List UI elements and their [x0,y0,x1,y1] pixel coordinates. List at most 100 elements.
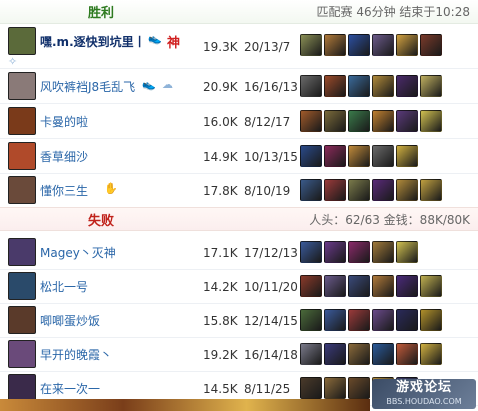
win-section-header: 胜利 匹配赛 46分钟 结束于10:28 [0,0,478,24]
forum-watermark: 游戏论坛 BBS.HOUDAO.COM [372,379,476,409]
player-name[interactable]: Magey丶灭神 [40,244,116,261]
player-name[interactable]: 香草细沙 [40,148,88,165]
item-icon[interactable] [420,110,442,132]
item-icon[interactable] [372,110,394,132]
item-icon[interactable] [300,309,322,331]
item-icon[interactable] [300,377,322,399]
item-icon[interactable] [300,275,322,297]
player-row[interactable]: Magey丶灭神 17.1K 17/12/13 [0,236,478,270]
hand-icon: ✋ [104,182,118,195]
item-icon[interactable] [372,75,394,97]
kda: 8/10/19 [244,184,291,198]
item-list [300,241,418,263]
kills-gold-info: 人头：62/63 金钱：88K/80K [309,212,470,227]
kda: 12/14/15 [244,314,298,328]
player-row[interactable]: 嘿.m.逐快到坑里丨 👟 神 ✧ 19.3K 20/13/7 [0,25,478,69]
champion-icon [8,107,36,135]
player-name[interactable]: 唧唧蛋炒饭 [40,312,100,329]
item-icon[interactable] [420,75,442,97]
item-icon[interactable] [396,241,418,263]
item-icon[interactable] [420,275,442,297]
champion-icon [8,374,36,402]
player-row[interactable]: 风吹裤裆J8毛乱飞 👟 ☁ 20.9K 16/16/13 [0,70,478,104]
champion-icon [8,176,36,204]
item-icon[interactable] [324,377,346,399]
item-icon[interactable] [396,343,418,365]
item-icon[interactable] [372,145,394,167]
champion-icon [8,306,36,334]
item-icon[interactable] [324,110,346,132]
player-row[interactable]: 唧唧蛋炒饭 15.8K 12/14/15 [0,304,478,338]
kda: 10/11/20 [244,280,298,294]
item-icon[interactable] [300,75,322,97]
item-icon[interactable] [372,34,394,56]
player-row[interactable]: 懂你三生 ✋ 17.8K 8/10/19 [0,174,478,208]
gold-score: 19.2K [203,348,238,362]
item-icon[interactable] [348,241,370,263]
boots-icon: 👟 [148,32,162,45]
item-icon[interactable] [324,241,346,263]
player-name[interactable]: 嘿.m.逐快到坑里丨 [40,33,146,50]
item-icon[interactable] [396,110,418,132]
item-icon[interactable] [420,179,442,201]
item-icon[interactable] [300,110,322,132]
player-name[interactable]: 早开的晚霞丶 [40,346,112,363]
item-icon[interactable] [396,75,418,97]
item-icon[interactable] [372,241,394,263]
item-icon[interactable] [396,275,418,297]
player-row[interactable]: 松北一号 14.2K 10/11/20 [0,270,478,304]
item-icon[interactable] [348,110,370,132]
item-icon[interactable] [348,34,370,56]
item-list [300,343,442,365]
kda: 10/13/15 [244,150,298,164]
item-icon[interactable] [300,343,322,365]
item-icon[interactable] [372,309,394,331]
item-icon[interactable] [348,75,370,97]
player-name[interactable]: 松北一号 [40,278,88,295]
item-icon[interactable] [348,343,370,365]
player-name[interactable]: 懂你三生 [40,182,88,199]
item-icon[interactable] [348,179,370,201]
cloud-icon: ☁ [162,78,173,91]
player-row[interactable]: 卡曼的啦 16.0K 8/12/17 [0,105,478,139]
kda: 20/13/7 [244,40,291,54]
player-name[interactable]: 在来一次一 [40,380,100,397]
banner-strip [0,399,370,411]
kda: 8/11/25 [244,382,291,396]
item-icon[interactable] [300,145,322,167]
item-icon[interactable] [324,75,346,97]
kda: 16/14/18 [244,348,298,362]
item-icon[interactable] [324,145,346,167]
wing-icon: ✧ [8,55,18,68]
item-icon[interactable] [324,179,346,201]
item-icon[interactable] [348,275,370,297]
item-icon[interactable] [348,309,370,331]
item-icon[interactable] [300,241,322,263]
champion-icon [8,142,36,170]
item-icon[interactable] [420,34,442,56]
boots-icon: 👟 [142,78,156,91]
item-icon[interactable] [420,343,442,365]
player-name[interactable]: 卡曼的啦 [40,113,88,130]
item-icon[interactable] [372,179,394,201]
item-icon[interactable] [396,34,418,56]
item-icon[interactable] [372,275,394,297]
item-icon[interactable] [324,275,346,297]
player-row[interactable]: 早开的晚霞丶 19.2K 16/14/18 [0,338,478,372]
kda: 8/12/17 [244,115,291,129]
item-icon[interactable] [324,309,346,331]
item-icon[interactable] [300,34,322,56]
player-name[interactable]: 风吹裤裆J8毛乱飞 [40,78,135,95]
item-icon[interactable] [348,145,370,167]
item-icon[interactable] [396,309,418,331]
item-icon[interactable] [348,377,370,399]
item-icon[interactable] [396,179,418,201]
item-icon[interactable] [324,34,346,56]
item-icon[interactable] [300,179,322,201]
item-icon[interactable] [372,343,394,365]
item-icon[interactable] [420,309,442,331]
item-icon[interactable] [324,343,346,365]
item-list [300,75,442,97]
player-row[interactable]: 香草细沙 14.9K 10/13/15 [0,140,478,174]
item-icon[interactable] [396,145,418,167]
